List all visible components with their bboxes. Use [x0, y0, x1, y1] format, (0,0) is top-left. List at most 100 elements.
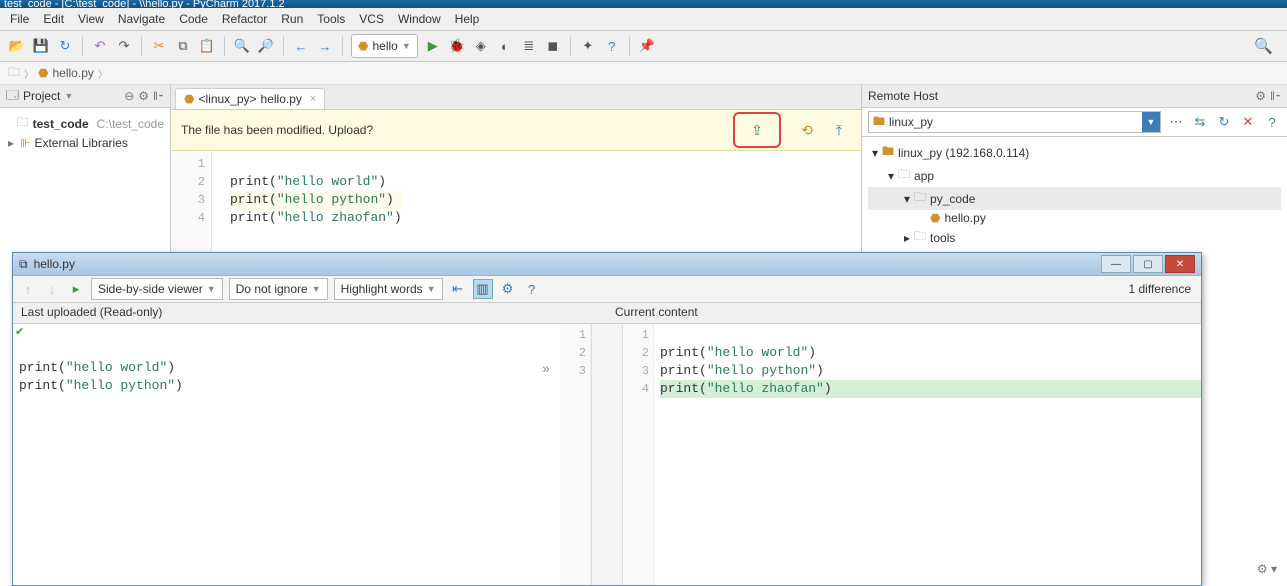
external-libraries[interactable]: ▸ ⊪ External Libraries: [6, 135, 164, 151]
menu-tools[interactable]: Tools: [311, 10, 351, 28]
diff-line: [660, 326, 1201, 344]
transfer-icon[interactable]: »: [542, 362, 550, 377]
refresh-icon[interactable]: ↻: [1215, 113, 1233, 131]
delete-icon[interactable]: ✕: [1239, 113, 1257, 131]
menu-view[interactable]: View: [72, 10, 110, 28]
gear-icon[interactable]: ⚙: [499, 280, 517, 298]
menu-run[interactable]: Run: [275, 10, 309, 28]
remote-folder-tools[interactable]: ▸🗀tools: [868, 226, 1281, 249]
remote-root[interactable]: ▾🖿linux_py (192.168.0.114): [868, 141, 1281, 164]
folder-icon: 🗀: [898, 165, 910, 186]
run-icon[interactable]: ▶: [424, 37, 442, 55]
sync-icon[interactable]: ↻: [56, 37, 74, 55]
close-icon[interactable]: ×: [310, 93, 316, 105]
upload-highlighted-action[interactable]: ⇪: [733, 112, 781, 148]
project-tree: 🗀 test_code C:\test_code ▸ ⊪ External Li…: [0, 108, 170, 155]
hide-icon[interactable]: ‖⁃: [153, 89, 164, 103]
merge-icon[interactable]: ⤒: [827, 118, 851, 142]
editor-tab[interactable]: ⬣ <linux_py> hello.py ×: [175, 88, 325, 109]
menu-window[interactable]: Window: [392, 10, 447, 28]
gear-icon[interactable]: ⚙: [1255, 89, 1266, 103]
menu-file[interactable]: File: [4, 10, 35, 28]
code-line: print("hello world"): [230, 173, 402, 191]
chevron-down-icon[interactable]: ▼: [64, 91, 73, 101]
diff-line: print("hello python"): [19, 377, 560, 395]
menu-refactor[interactable]: Refactor: [216, 10, 273, 28]
replace-icon[interactable]: 🔎: [257, 37, 275, 55]
help-icon[interactable]: ?: [603, 37, 621, 55]
settings-icon[interactable]: ✦: [579, 37, 597, 55]
hide-icon[interactable]: ‖⁃: [1270, 89, 1281, 103]
diff-connector: [591, 324, 623, 585]
highlight-combo[interactable]: Highlight words▼: [334, 278, 443, 300]
diff-title-text: hello.py: [34, 257, 75, 271]
sync-scroll-icon[interactable]: ▥: [473, 279, 493, 299]
run-config-combo[interactable]: ⬣ hello ▼: [351, 34, 418, 58]
gear-icon[interactable]: ⚙ ▾: [1257, 562, 1277, 576]
diff-icon[interactable]: ⇆: [1191, 113, 1209, 131]
diff-line: print("hello python"): [660, 362, 1201, 380]
more-icon[interactable]: ⋯: [1167, 113, 1185, 131]
remote-toolbar: 🖿linux_py ▼ ⋯ ⇆ ↻ ✕ ?: [862, 108, 1287, 137]
undo-icon[interactable]: ↶: [91, 37, 109, 55]
stop-icon[interactable]: ◼: [544, 37, 562, 55]
help-icon[interactable]: ?: [523, 280, 541, 298]
breadcrumb: 🗀 〉 ⬣hello.py 〉: [0, 62, 1287, 85]
debug-icon[interactable]: 🐞: [448, 37, 466, 55]
gear-icon[interactable]: ⚙: [138, 89, 149, 103]
remote-folder-app[interactable]: ▾🗀app: [868, 164, 1281, 187]
diff-right[interactable]: 1 2 3 4 print("hello world") print("hell…: [623, 324, 1201, 585]
collapse-icon[interactable]: ⊖: [124, 89, 134, 103]
menu-edit[interactable]: Edit: [37, 10, 70, 28]
revert-icon[interactable]: ⟲: [795, 118, 819, 142]
diff-icon: ⧉: [19, 257, 28, 272]
menu-help[interactable]: Help: [449, 10, 486, 28]
remote-folder-pycode[interactable]: ▾🗀py_code: [868, 187, 1281, 210]
help-icon[interactable]: ?: [1263, 113, 1281, 131]
viewer-combo[interactable]: Side-by-side viewer▼: [91, 278, 223, 300]
copy-icon[interactable]: ⧉: [174, 37, 192, 55]
project-header: 🗔 Project ▼ ⊖ ⚙ ‖⁃: [0, 85, 170, 108]
search-everywhere-icon[interactable]: 🔍: [1254, 37, 1273, 55]
paste-icon[interactable]: 📋: [198, 37, 216, 55]
diff-titlebar[interactable]: ⧉ hello.py — ▢ ✕: [13, 253, 1201, 276]
project-root[interactable]: 🗀 test_code C:\test_code: [6, 112, 164, 135]
close-button[interactable]: ✕: [1165, 255, 1195, 273]
code-line: [230, 155, 402, 173]
save-icon[interactable]: 💾: [32, 37, 50, 55]
remote-server-combo[interactable]: 🖿linux_py ▼: [868, 111, 1161, 133]
diff-body: ✔ print("hello world") print("hello pyth…: [13, 324, 1201, 585]
ignore-combo[interactable]: Do not ignore▼: [229, 278, 328, 300]
back-icon[interactable]: ←: [292, 37, 310, 55]
menu-code[interactable]: Code: [173, 10, 214, 28]
maximize-button[interactable]: ▢: [1133, 255, 1163, 273]
sep: [82, 36, 83, 56]
forward-icon[interactable]: →: [316, 37, 334, 55]
python-file-icon: ⬣: [358, 39, 368, 53]
diff-status: 1 difference: [1129, 282, 1196, 296]
next-diff-icon[interactable]: ↓: [43, 280, 61, 298]
open-icon[interactable]: 📂: [8, 37, 26, 55]
sep: [342, 36, 343, 56]
prev-diff-icon[interactable]: ↑: [19, 280, 37, 298]
remote-file-hello[interactable]: ⬣hello.py: [868, 210, 1281, 226]
project-title: Project: [23, 89, 60, 103]
project-scope-icon: 🗔: [6, 86, 19, 107]
breadcrumb-root[interactable]: 🗀: [8, 63, 20, 84]
profile-icon[interactable]: ◐: [496, 37, 514, 55]
breadcrumb-file[interactable]: ⬣hello.py: [38, 66, 94, 80]
concurrency-icon[interactable]: ≣: [520, 37, 538, 55]
minimize-button[interactable]: —: [1101, 255, 1131, 273]
check-icon: ✔: [15, 327, 24, 339]
collapse-icon[interactable]: ⇤: [449, 280, 467, 298]
menu-navigate[interactable]: Navigate: [112, 10, 171, 28]
diff-line-added: print("hello zhaofan"): [660, 380, 1201, 398]
menu-vcs[interactable]: VCS: [353, 10, 390, 28]
cut-icon[interactable]: ✂: [150, 37, 168, 55]
diff-left[interactable]: ✔ print("hello world") print("hello pyth…: [13, 324, 591, 585]
find-icon[interactable]: 🔍: [233, 37, 251, 55]
redo-icon[interactable]: ↷: [115, 37, 133, 55]
unpin-icon[interactable]: 📌: [638, 37, 656, 55]
coverage-icon[interactable]: ◈: [472, 37, 490, 55]
apply-icon[interactable]: ▸: [67, 280, 85, 298]
